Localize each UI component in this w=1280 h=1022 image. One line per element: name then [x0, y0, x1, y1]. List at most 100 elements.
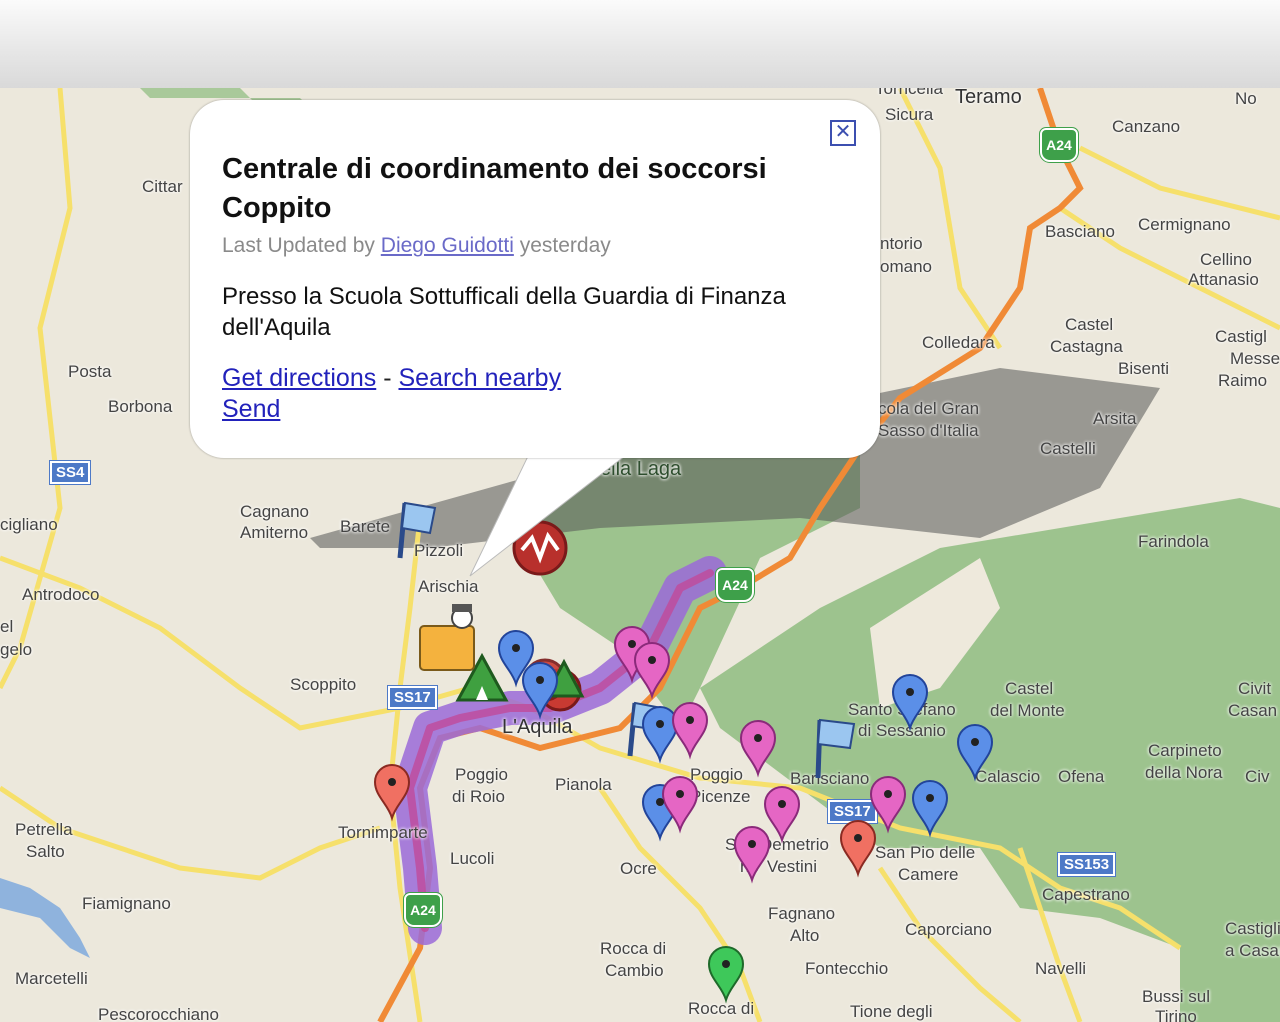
place-label: Castigl — [1215, 327, 1267, 346]
place-label: Torricella — [875, 88, 944, 98]
place-label: della Nora — [1145, 763, 1223, 782]
place-label: San Pio delle — [875, 843, 976, 862]
place-label: Rocca di — [600, 939, 667, 958]
place-label: Amiterno — [240, 523, 309, 542]
place-label: ne' Vestini — [740, 857, 817, 876]
place-label: Poggio — [690, 765, 743, 784]
place-label: Navelli — [1035, 959, 1087, 978]
road-shield-a24: A24 — [715, 567, 755, 603]
place-label: Marcetelli — [15, 969, 88, 988]
meta-suffix: yesterday — [519, 234, 611, 257]
popup-tail — [469, 452, 631, 577]
place-label: Castagna — [1050, 337, 1123, 356]
place-label: Calascio — [975, 767, 1041, 786]
place-label: L'Aquila — [502, 716, 573, 738]
road-shield-a24: A24 — [1039, 127, 1079, 163]
place-label: Attanasio — [1188, 270, 1259, 289]
place-label: Cellino — [1200, 250, 1252, 269]
place-label: Antrodoco — [22, 585, 100, 604]
place-label: Camere — [898, 865, 959, 884]
road-shield-ss17-east: SS17 — [827, 799, 878, 824]
place-label: Alto — [790, 926, 820, 945]
place-label: Cagnano — [240, 502, 310, 521]
info-window: ✕ Centrale di coordinamento dei soccorsi… — [190, 100, 880, 458]
place-label: Cermignano — [1138, 215, 1231, 234]
place-label: el — [0, 617, 14, 636]
place-label: Tornimparte — [338, 823, 428, 842]
popup-meta: Last Updated by Diego Guidotti yesterday — [222, 234, 611, 258]
place-label: Fontecchio — [805, 959, 889, 978]
place-label: Lucoli — [450, 849, 495, 868]
place-label: Tione degli — [850, 1002, 933, 1021]
place-label: Rocca di — [688, 999, 755, 1018]
road-shield-a24: A24 — [403, 892, 443, 928]
get-directions-link[interactable]: Get directions — [222, 364, 376, 392]
place-label: San Demetrio — [725, 835, 829, 854]
place-label: di Sessanio — [858, 721, 946, 740]
place-label: Fagnano — [768, 904, 836, 923]
place-label: Basciano — [1045, 222, 1115, 241]
place-label: Canzano — [1112, 117, 1181, 136]
place-label: Bussi sul — [1142, 987, 1211, 1006]
place-label: del Monte — [990, 701, 1065, 720]
place-label: Castel — [1065, 315, 1114, 334]
place-label: Picenze — [690, 787, 751, 806]
place-label: cola del Gran — [878, 399, 980, 418]
place-label: Civ — [1245, 767, 1270, 786]
place-label: Bisenti — [1118, 359, 1170, 378]
place-label: Pianola — [555, 775, 612, 794]
place-label: Borbona — [108, 397, 173, 416]
place-label: omano — [880, 257, 932, 276]
place-label: Farindola — [1138, 532, 1209, 551]
place-label: a Casauria — [1225, 941, 1280, 960]
place-label: Posta — [68, 362, 112, 381]
place-label: ntorio — [880, 234, 923, 253]
road-shield-ss17: SS17 — [387, 685, 438, 710]
place-label: Ocre — [620, 859, 657, 878]
top-toolbar — [0, 0, 1280, 89]
popup-title: Centrale di coordinamento dei soccorsi C… — [222, 153, 767, 224]
author-link[interactable]: Diego Guidotti — [381, 234, 514, 257]
link-separator: - — [383, 364, 392, 392]
place-label: Barisciano — [790, 769, 870, 788]
place-label: gelo — [0, 640, 33, 659]
place-label: Sasso d'Italia — [878, 421, 979, 440]
popup-description: Presso la Scuola Sottufficali della Guar… — [222, 283, 786, 341]
place-label: Pescorocchiano — [98, 1005, 219, 1022]
place-label: Cambio — [605, 961, 664, 980]
place-label: Arsita — [1093, 409, 1137, 428]
place-label: Tirino — [1155, 1007, 1197, 1022]
place-label: Messe — [1230, 349, 1280, 368]
close-icon[interactable]: ✕ — [830, 120, 856, 146]
place-label: Carpineto — [1148, 741, 1222, 760]
place-label: Santo Stefano — [848, 700, 956, 719]
place-label: Pizzoli — [414, 541, 464, 560]
place-label: Scoppito — [290, 675, 357, 694]
popup-links: Get directions - Search nearby Send — [222, 363, 561, 425]
place-label: Fiamignano — [82, 894, 171, 913]
place-label: Salto — [26, 842, 65, 861]
place-label: Castelli — [1040, 439, 1096, 458]
place-label: Cittar — [142, 177, 183, 196]
meta-prefix: Last Updated by — [222, 234, 375, 257]
place-label: Colledara — [922, 333, 995, 352]
place-label: di Roio — [452, 787, 505, 806]
place-label: No — [1235, 89, 1257, 108]
send-link[interactable]: Send — [222, 395, 280, 423]
place-label: Petrella — [15, 820, 73, 839]
place-label: Civit — [1238, 679, 1272, 698]
place-label: Capestrano — [1042, 885, 1130, 904]
place-label: Caporciano — [905, 920, 992, 939]
place-label: Barete — [340, 517, 391, 536]
park-sirente — [700, 498, 1280, 1022]
place-label: Teramo — [955, 88, 1022, 108]
place-label: Poggio — [455, 765, 508, 784]
place-label: Raimo — [1218, 371, 1268, 390]
place-label: Casan — [1228, 701, 1278, 720]
place-label: Castiglione — [1225, 919, 1280, 938]
search-nearby-link[interactable]: Search nearby — [398, 364, 561, 392]
road-shield-ss153: SS153 — [1056, 852, 1117, 877]
place-label: Castel — [1005, 679, 1054, 698]
road-shield-ss4: SS4 — [48, 460, 92, 485]
place-label: Sicura — [885, 105, 934, 124]
